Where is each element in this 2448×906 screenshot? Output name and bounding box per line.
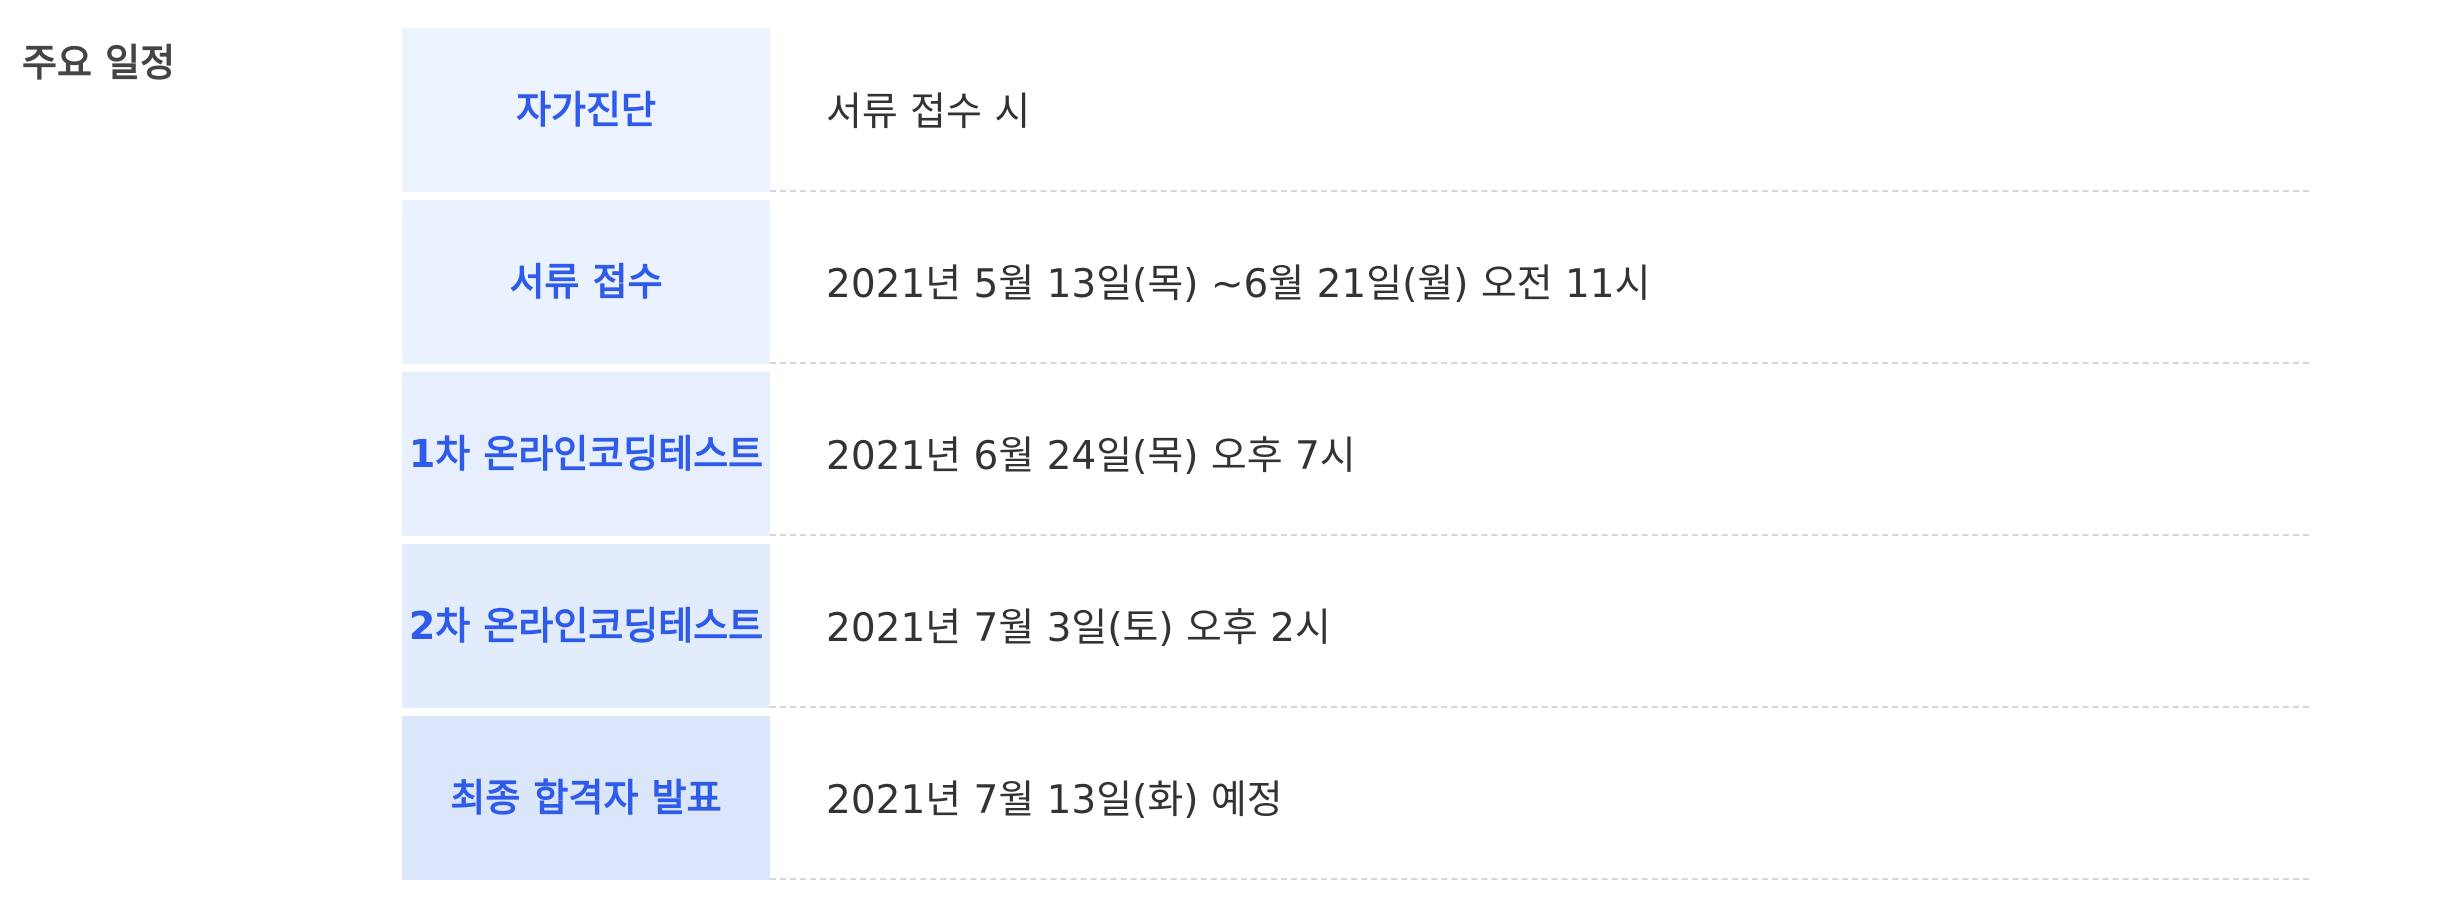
row-label-line: 코딩테스트	[588, 432, 764, 476]
row-label-line: 코딩테스트	[588, 604, 764, 648]
row-label-final-announcement: 최종 합격자 발표	[402, 716, 770, 880]
row-value-second-coding-test: 2021년 7월 3일(토) 오후 2시	[770, 544, 2309, 708]
row-value-first-coding-test: 2021년 6월 24일(목) 오후 7시	[770, 372, 2309, 536]
row-label-line: 자가진단	[516, 88, 656, 132]
schedule-row: 자가진단 서류 접수 시	[402, 28, 2309, 200]
schedule-row: 최종 합격자 발표 2021년 7월 13일(화) 예정	[402, 716, 2309, 888]
row-label-line: 서류 접수	[509, 260, 663, 304]
row-value-final-announcement: 2021년 7월 13일(화) 예정	[770, 716, 2309, 880]
schedule-row: 1차 온라인 코딩테스트 2021년 6월 24일(목) 오후 7시	[402, 372, 2309, 544]
row-label-document-submission: 서류 접수	[402, 200, 770, 364]
row-label-line: 1차 온라인	[408, 432, 589, 476]
row-value-document-submission: 2021년 5월 13일(목) ~6월 21일(월) 오전 11시	[770, 200, 2309, 364]
row-label-self-check: 자가진단	[402, 28, 770, 192]
row-label-first-coding-test: 1차 온라인 코딩테스트	[402, 372, 770, 536]
row-label-line: 2차 온라인	[408, 604, 589, 648]
row-label-line: 최종 합격자 발표	[450, 776, 722, 820]
section-title: 주요 일정	[22, 41, 176, 85]
schedule-table: 자가진단 서류 접수 시 서류 접수 2021년 5월 13일(목) ~6월 2…	[402, 28, 2309, 888]
row-value-self-check: 서류 접수 시	[770, 28, 2309, 192]
schedule-row: 서류 접수 2021년 5월 13일(목) ~6월 21일(월) 오전 11시	[402, 200, 2309, 372]
schedule-row: 2차 온라인 코딩테스트 2021년 7월 3일(토) 오후 2시	[402, 544, 2309, 716]
schedule-page: 주요 일정 자가진단 서류 접수 시 서류 접수 2021년 5월 13일(목)…	[0, 0, 2448, 906]
row-label-second-coding-test: 2차 온라인 코딩테스트	[402, 544, 770, 708]
